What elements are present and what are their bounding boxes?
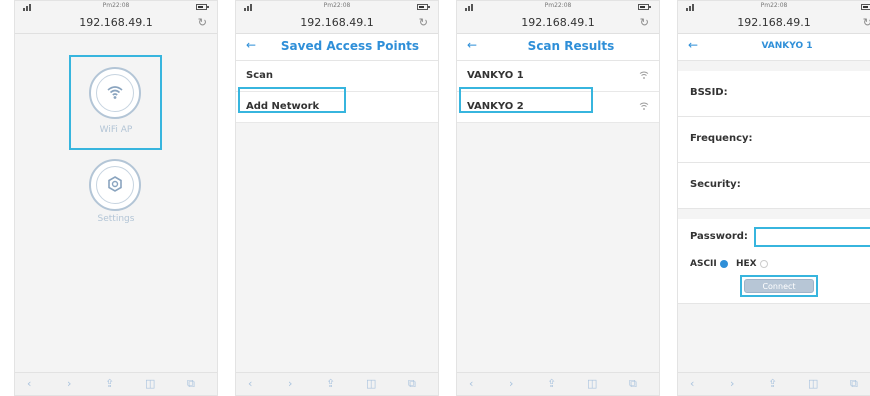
network-name: VANKYO 1 [467, 70, 524, 81]
wifi-icon [107, 86, 123, 99]
browser-toolbar: ‹ › ⇪ ◫ ⧉ [236, 372, 438, 395]
settings-button[interactable] [89, 159, 141, 211]
address-bar[interactable]: 192.168.49.1 ↻ [15, 13, 217, 34]
forward-nav-icon[interactable]: › [509, 377, 513, 390]
page-title: VANKYO 1 [761, 41, 813, 51]
tabs-icon[interactable]: ⧉ [629, 377, 637, 391]
wifi-signal-icon [639, 71, 649, 79]
forward-nav-icon[interactable]: › [288, 377, 292, 390]
address-text: 192.168.49.1 [737, 16, 811, 29]
status-time: Pm22:08 [760, 2, 788, 9]
bookmarks-icon[interactable]: ◫ [808, 377, 818, 390]
battery-icon [861, 4, 870, 10]
tabs-icon[interactable]: ⧉ [187, 377, 195, 391]
status-bar: Pm22:08 [678, 1, 870, 13]
security-label: Security: [690, 179, 741, 190]
address-bar[interactable]: 192.168.49.1 ↻ [236, 13, 438, 34]
address-bar[interactable]: 192.168.49.1 ↻ [457, 13, 659, 34]
back-nav-icon[interactable]: ‹ [690, 377, 694, 390]
back-nav-icon[interactable]: ‹ [27, 377, 31, 390]
forward-nav-icon[interactable]: › [730, 377, 734, 390]
phone-screen-saved-aps: Pm22:08 192.168.49.1 ↻ ← Saved Access Po… [235, 0, 439, 396]
share-icon[interactable]: ⇪ [326, 377, 335, 390]
status-bar: Pm22:08 [15, 1, 217, 13]
bssid-row: BSSID: [678, 71, 870, 117]
phone-screen-network-detail: Pm22:08 192.168.49.1 ↻ ← VANKYO 1 BSSID:… [677, 0, 870, 396]
reload-icon[interactable]: ↻ [419, 16, 428, 29]
frequency-row: Frequency: [678, 117, 870, 163]
status-time: Pm22:08 [323, 2, 351, 9]
back-nav-icon[interactable]: ‹ [248, 377, 252, 390]
tabs-icon[interactable]: ⧉ [850, 377, 858, 391]
bookmarks-icon[interactable]: ◫ [366, 377, 376, 390]
back-arrow-icon[interactable]: ← [467, 38, 477, 52]
settings-label: Settings [97, 214, 135, 224]
password-section: Password: ASCII HEX Connect [678, 219, 870, 304]
wifi-signal-icon [639, 102, 649, 110]
address-text: 192.168.49.1 [79, 16, 153, 29]
address-bar[interactable]: 192.168.49.1 ↻ [678, 13, 870, 34]
address-text: 192.168.49.1 [521, 16, 595, 29]
back-arrow-icon[interactable]: ← [688, 38, 698, 52]
status-bar: Pm22:08 [236, 1, 438, 13]
browser-toolbar: ‹ › ⇪ ◫ ⧉ [15, 372, 217, 395]
status-time: Pm22:08 [102, 2, 130, 9]
security-row: Security: [678, 163, 870, 209]
bookmarks-icon[interactable]: ◫ [587, 377, 597, 390]
ascii-label: ASCII [690, 259, 717, 269]
bookmarks-icon[interactable]: ◫ [145, 377, 155, 390]
page-title: Saved Access Points [280, 39, 420, 53]
wifi-ap-label: WiFi AP [99, 125, 133, 135]
tabs-icon[interactable]: ⧉ [408, 377, 416, 391]
page-header: ← Scan Results [457, 34, 659, 61]
list-item-label: Scan [246, 70, 273, 81]
reload-icon[interactable]: ↻ [863, 16, 870, 29]
password-label: Password: [690, 231, 748, 242]
hex-label: HEX [736, 259, 757, 269]
share-icon[interactable]: ⇪ [105, 377, 114, 390]
forward-nav-icon[interactable]: › [67, 377, 71, 390]
page-title: Scan Results [527, 39, 615, 53]
battery-icon [417, 4, 430, 10]
page-header: ← VANKYO 1 [678, 34, 870, 61]
battery-icon [638, 4, 651, 10]
share-icon[interactable]: ⇪ [768, 377, 777, 390]
phone-screen-home: Pm22:08 192.168.49.1 ↻ WiFi AP Settings … [14, 0, 218, 396]
browser-toolbar: ‹ › ⇪ ◫ ⧉ [678, 372, 870, 395]
scan-highlight[interactable] [238, 87, 346, 113]
wifi-ap-button[interactable] [89, 67, 141, 119]
vankyo1-highlight[interactable] [459, 87, 593, 113]
password-input[interactable] [754, 227, 870, 247]
connect-button[interactable]: Connect [744, 279, 814, 293]
back-arrow-icon[interactable]: ← [246, 38, 256, 52]
page-header: ← Saved Access Points [236, 34, 438, 61]
hex-radio[interactable] [760, 260, 768, 268]
status-time: Pm22:08 [544, 2, 572, 9]
back-nav-icon[interactable]: ‹ [469, 377, 473, 390]
phone-screen-scan-results: Pm22:08 192.168.49.1 ↻ ← Scan Results VA… [456, 0, 660, 396]
reload-icon[interactable]: ↻ [198, 16, 207, 29]
browser-toolbar: ‹ › ⇪ ◫ ⧉ [457, 372, 659, 395]
bssid-label: BSSID: [690, 87, 728, 98]
reload-icon[interactable]: ↻ [640, 16, 649, 29]
battery-icon [196, 4, 209, 10]
ascii-radio[interactable] [720, 260, 728, 268]
address-text: 192.168.49.1 [300, 16, 374, 29]
settings-icon [108, 176, 122, 192]
frequency-label: Frequency: [690, 133, 753, 144]
share-icon[interactable]: ⇪ [547, 377, 556, 390]
status-bar: Pm22:08 [457, 1, 659, 13]
